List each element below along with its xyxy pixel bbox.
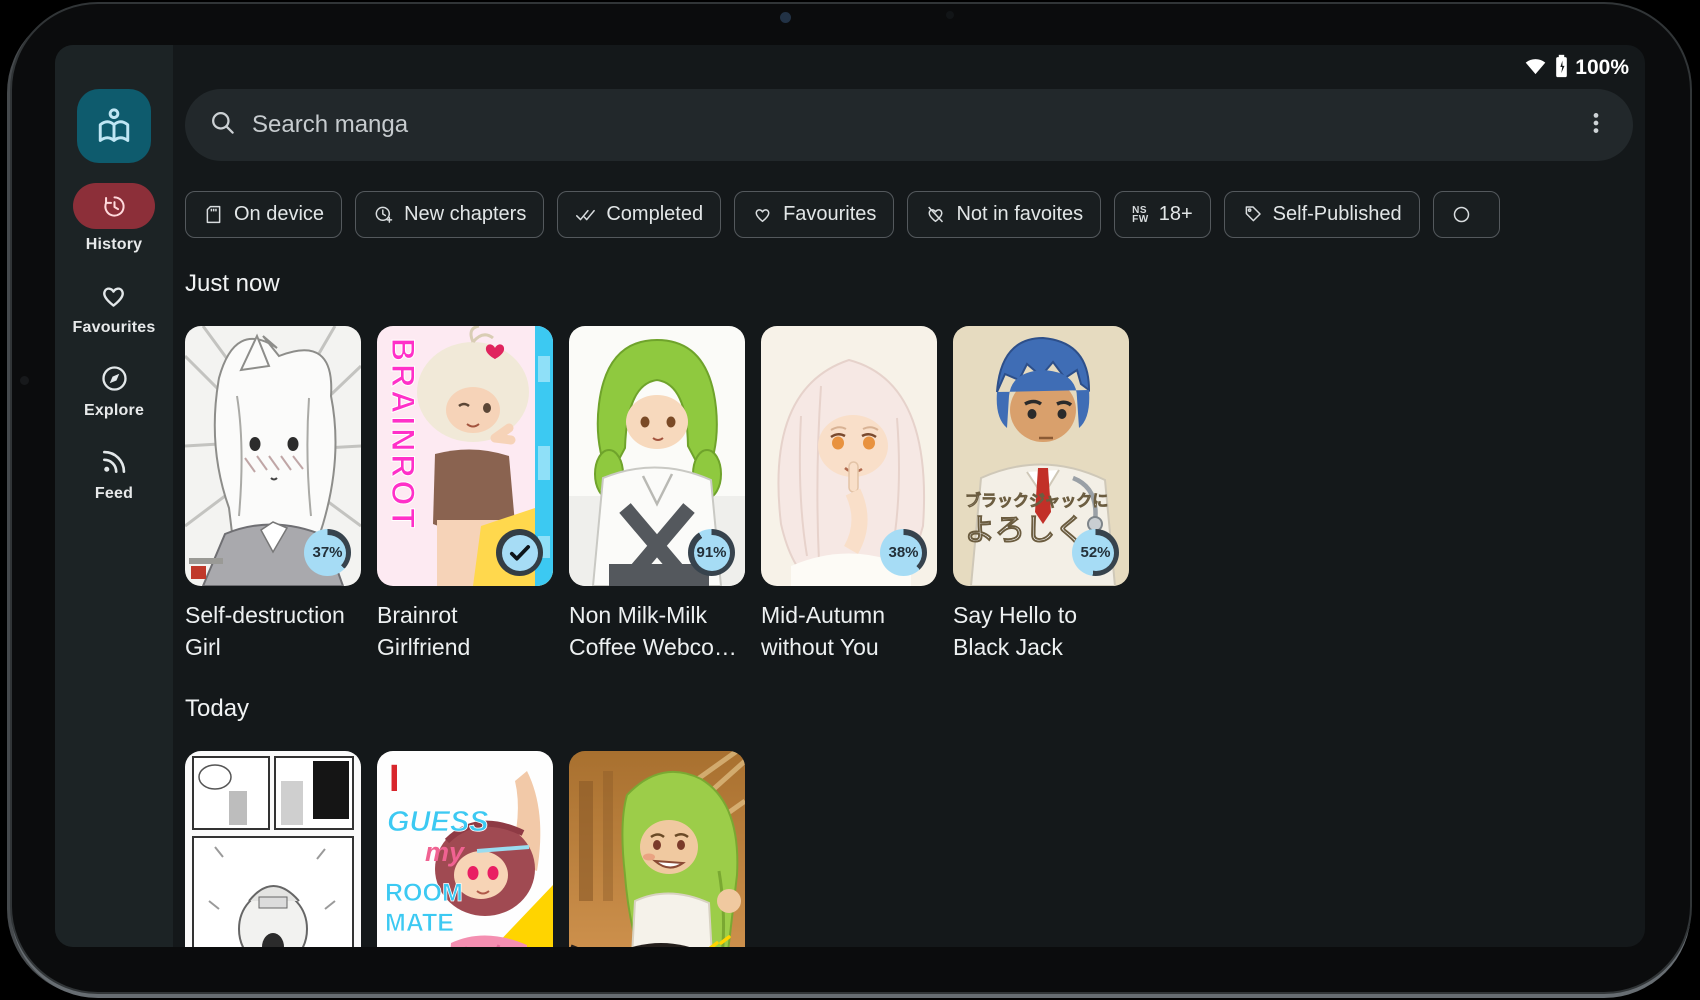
sidebar-item-explore[interactable]: Explore: [84, 361, 144, 420]
progress-badge: 37%: [304, 529, 351, 576]
manga-cover-art: 38%: [761, 326, 937, 586]
heart-icon: [98, 278, 129, 312]
app-logo-button[interactable]: [77, 89, 151, 163]
search-icon: [209, 109, 236, 141]
progress-label: 38%: [888, 544, 918, 561]
progress-label: 37%: [312, 544, 342, 561]
cover-art-text: GUESS: [387, 806, 489, 838]
cover-art-text: my: [425, 837, 466, 867]
tablet-body: 9:58 100%: [10, 2, 1692, 994]
sidebar-item-label: History: [86, 236, 143, 254]
chip-label: Completed: [606, 203, 703, 226]
manga-cover-art: [185, 751, 361, 947]
navigation-rail: History Favourites Explore: [55, 45, 173, 947]
chip-on-device[interactable]: On device: [185, 191, 342, 238]
manga-card-mid-autumn-without-you[interactable]: 38% Mid-Autumn without You: [761, 326, 937, 663]
history-icon: [101, 193, 128, 220]
overflow-menu-button[interactable]: [1583, 110, 1609, 141]
chip-label: Favourites: [783, 203, 876, 226]
progress-label: 52%: [1080, 544, 1110, 561]
manga-title: Brainrot Girlfriend: [377, 599, 553, 663]
chip-label: Self-Published: [1273, 203, 1402, 226]
filter-chips-row: On device New chapters Completed: [185, 191, 1645, 238]
check-icon: [506, 539, 534, 567]
circle-icon: [1451, 204, 1472, 225]
sidebar-item-label: Favourites: [73, 319, 156, 337]
clock-plus-icon: [373, 204, 394, 225]
search-input[interactable]: Search manga: [185, 89, 1633, 161]
manga-cover-art: BRAINROT: [377, 326, 553, 586]
section-header-today: Today: [185, 695, 1633, 723]
chip-not-in-favourites[interactable]: Not in favoites: [907, 191, 1101, 238]
sidebar-item-feed[interactable]: Feed: [95, 444, 133, 503]
compass-icon: [99, 361, 130, 395]
front-camera: [780, 12, 791, 23]
tag-icon: [1242, 204, 1263, 225]
manga-cover-art: 37%: [185, 326, 361, 586]
progress-badge: 91%: [688, 529, 735, 576]
cover-art-text: MATE: [385, 909, 454, 937]
cover-art-text: I: [389, 758, 400, 800]
manga-title: Self-destruction Girl: [185, 599, 361, 663]
main-content: Search manga On device: [173, 45, 1645, 947]
chip-partial[interactable]: [1433, 191, 1500, 238]
rss-icon: [100, 444, 129, 478]
sd-card-icon: [203, 204, 224, 225]
ambient-sensor: [946, 11, 954, 19]
manga-title: Mid-Autumn without You: [761, 599, 937, 663]
manga-cover-art: [569, 751, 745, 947]
search-placeholder: Search manga: [252, 111, 408, 139]
chip-self-published[interactable]: Self-Published: [1224, 191, 1420, 238]
sidebar-item-label: Explore: [84, 402, 144, 420]
screen: 9:58 100%: [55, 45, 1645, 947]
history-active-pill: [73, 183, 155, 229]
section-header-just-now: Just now: [185, 270, 1633, 298]
heart-off-icon: [925, 204, 946, 225]
completed-badge: [496, 529, 543, 576]
chip-18plus[interactable]: NS FW 18+: [1114, 191, 1210, 238]
sidebar-item-favourites[interactable]: Favourites: [73, 278, 156, 337]
chip-label: New chapters: [404, 203, 526, 226]
kebab-icon: [1583, 110, 1609, 136]
chip-label: 18+: [1159, 203, 1193, 226]
manga-card-bw-page[interactable]: [185, 751, 361, 947]
cover-art-text: BRAINROT: [385, 338, 421, 531]
cover-art-text: ブラックジャックに: [965, 491, 1108, 510]
heart-icon: [752, 204, 773, 225]
chip-new-chapters[interactable]: New chapters: [355, 191, 544, 238]
progress-badge: 38%: [880, 529, 927, 576]
chip-favourites[interactable]: Favourites: [734, 191, 894, 238]
manga-cover-art: I GUESS my ROOM MATE: [377, 751, 553, 947]
chip-completed[interactable]: Completed: [557, 191, 721, 238]
chip-label: On device: [234, 203, 324, 226]
manga-card-green-hair-girl[interactable]: [569, 751, 745, 947]
manga-card-guess-my-roommate[interactable]: I GUESS my ROOM MATE: [377, 751, 553, 947]
history-row-just-now: 37% Self-destruction Girl: [185, 326, 1633, 663]
manga-card-say-hello-to-black-jack[interactable]: ブラックジャックに よろしく 52% Say Hello to Black Ja…: [953, 326, 1129, 663]
sidebar-item-label: Feed: [95, 485, 133, 503]
manga-card-brainrot-girlfriend[interactable]: BRAINROT Brainrot Girlfriend: [377, 326, 553, 663]
double-check-icon: [575, 204, 596, 225]
history-row-today: I GUESS my ROOM MATE: [185, 751, 1633, 947]
manga-cover-art: ブラックジャックに よろしく 52%: [953, 326, 1129, 586]
sidebar-item-history[interactable]: History: [73, 183, 155, 254]
cover-art-text: よろしく: [965, 514, 1085, 547]
chip-label: Not in favoites: [956, 203, 1083, 226]
side-camera: [20, 376, 29, 385]
manga-cover-art: 91%: [569, 326, 745, 586]
progress-label: 91%: [696, 544, 726, 561]
manga-title: Non Milk-Milk Coffee Webco…: [569, 599, 745, 663]
book-person-icon: [92, 104, 136, 148]
manga-card-self-destruction-girl[interactable]: 37% Self-destruction Girl: [185, 326, 361, 663]
manga-card-non-milk-milk-coffee[interactable]: 91% Non Milk-Milk Coffee Webco…: [569, 326, 745, 663]
nsfw-icon: NS FW: [1132, 206, 1149, 224]
progress-badge: 52%: [1072, 529, 1119, 576]
cover-art-text: ROOM: [385, 879, 463, 907]
manga-title: Say Hello to Black Jack: [953, 599, 1129, 663]
